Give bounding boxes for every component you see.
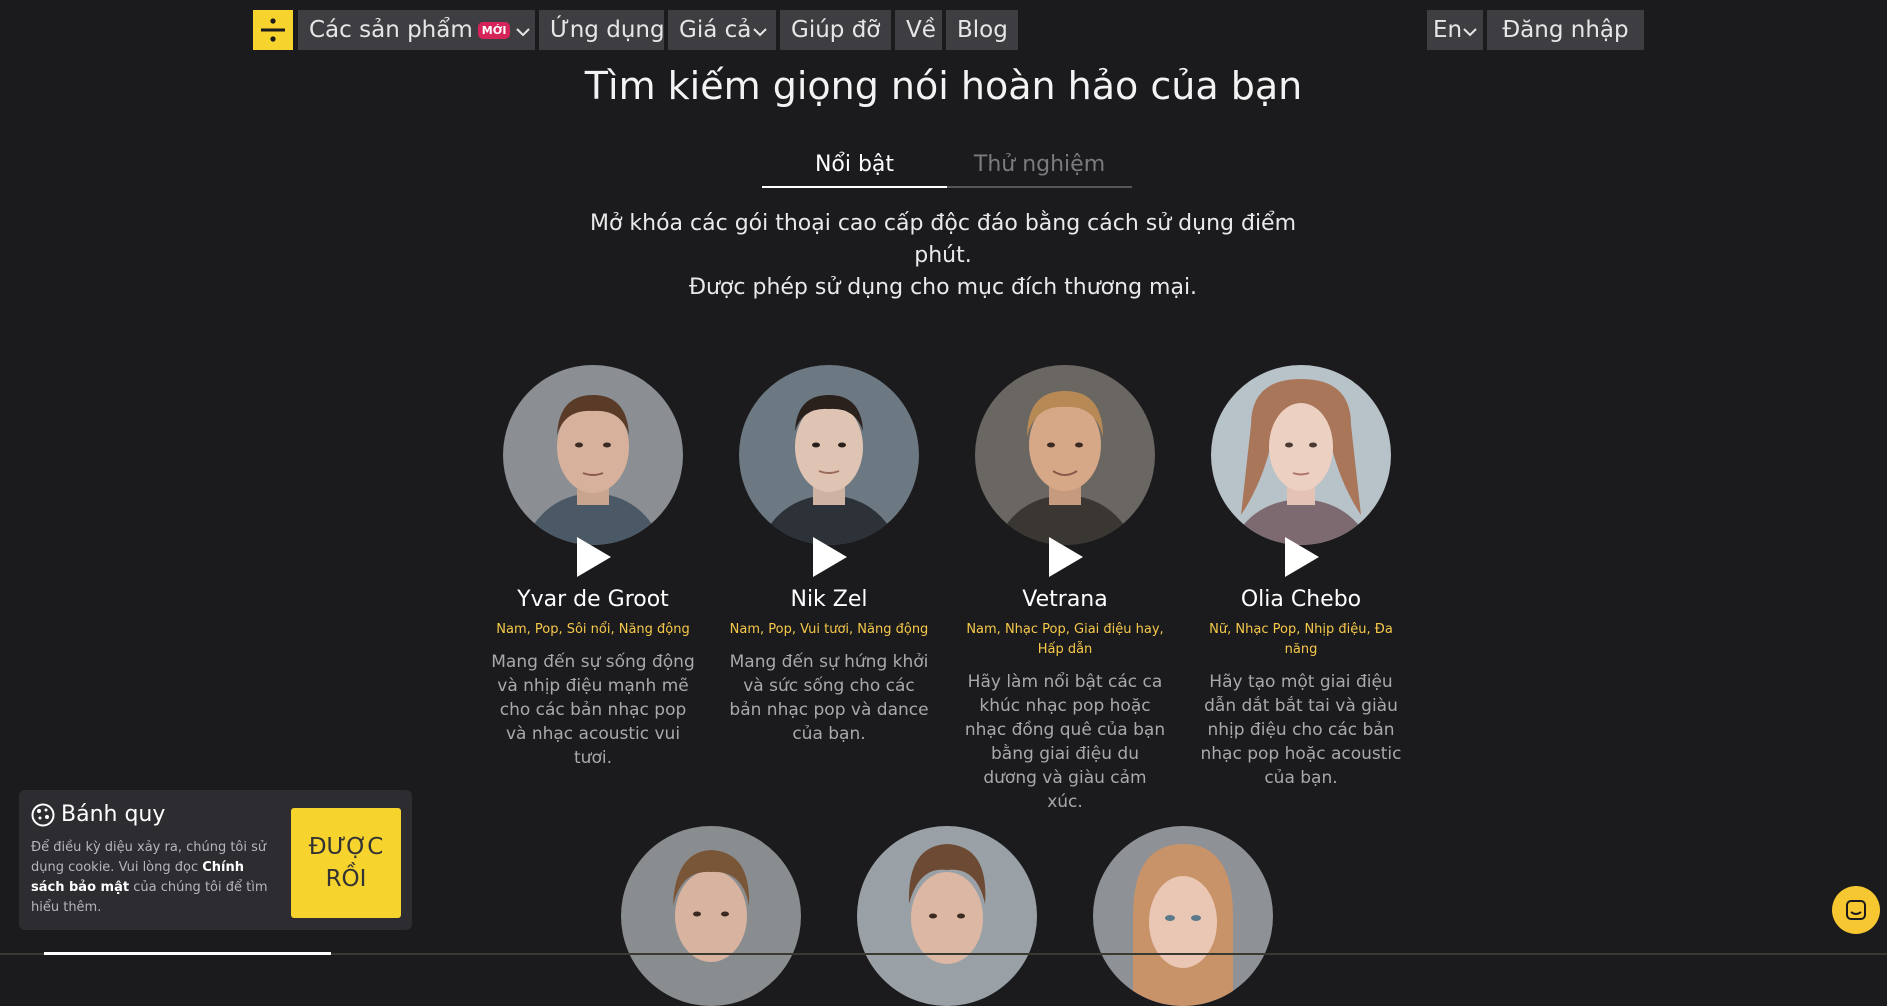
voice-description: Hãy làm nổi bật các ca khúc nhạc pop hoặ…	[964, 672, 1166, 812]
logo-divide-icon[interactable]	[253, 10, 293, 50]
login-button[interactable]: Đăng nhập	[1487, 10, 1644, 50]
play-icon[interactable]	[1281, 535, 1321, 579]
voice-card: Yvar de Groot Nam, Pop, Sôi nổi, Năng độ…	[483, 365, 703, 770]
voice-name: Nik Zel	[790, 587, 868, 612]
nav-blog[interactable]: Blog	[946, 10, 1018, 50]
nav-products-menu[interactable]: Các sản phẩm MỚI	[298, 10, 535, 50]
voice-avatar[interactable]	[975, 365, 1155, 545]
voice-name: Vetrana	[1022, 587, 1108, 612]
cookie-text: Để điều kỳ diệu xảy ra, chúng tôi sử dụn…	[31, 838, 276, 918]
voice-avatar[interactable]	[857, 826, 1037, 1006]
cookie-accept-button[interactable]: ĐƯỢC RỒI	[291, 808, 401, 918]
voice-avatar[interactable]	[621, 826, 801, 1006]
nav-about[interactable]: Về	[895, 10, 942, 50]
voice-tags: Nam, Pop, Vui tươi, Năng động	[729, 622, 929, 637]
nav-pricing-menu[interactable]: Giá cả	[668, 10, 776, 50]
cookie-banner: Bánh quy Để điều kỳ diệu xảy ra, chúng t…	[19, 790, 412, 930]
voice-card: Vetrana Nam, Nhạc Pop, Giai điệu hay, Hấ…	[955, 365, 1175, 814]
voice-name: Olia Chebo	[1240, 587, 1362, 612]
cookie-title-label: Bánh quy	[61, 802, 166, 827]
voice-tags: Nam, Nhạc Pop, Giai điệu hay, Hấp dẫn	[966, 622, 1164, 657]
page-description: Mở khóa các gói thoại cao cấp độc đáo bằ…	[583, 208, 1303, 304]
voice-avatar[interactable]	[1093, 826, 1273, 1006]
chat-button[interactable]	[1832, 886, 1880, 934]
language-selector[interactable]: En	[1427, 10, 1483, 50]
cookie-title: Bánh quy	[31, 802, 165, 827]
top-nav: Các sản phẩm MỚI Ứng dụng Giá cả Giúp đỡ…	[253, 10, 1887, 50]
page-title: Tìm kiếm giọng nói hoàn hảo của bạn	[584, 64, 1303, 108]
nav-products-label: Các sản phẩm	[309, 17, 473, 43]
voice-tags: Nam, Pop, Sôi nổi, Năng động	[496, 622, 690, 637]
chevron-down-icon	[516, 17, 531, 43]
voice-tabs: Nổi bật Thử nghiệm	[762, 152, 1133, 188]
language-label: En	[1433, 17, 1463, 43]
voice-description: Mang đến sự hứng khởi và sức sống cho cá…	[729, 652, 929, 744]
description-line-2: Được phép sử dụng cho mục đích thương mạ…	[688, 275, 1198, 300]
cookie-icon	[31, 803, 55, 827]
chevron-down-icon	[1463, 17, 1477, 43]
nav-apps[interactable]: Ứng dụng	[539, 10, 665, 50]
cookie-accept-label: ĐƯỢC RỒI	[308, 834, 384, 892]
voice-avatar[interactable]	[1211, 365, 1391, 545]
voice-tags: Nữ, Nhạc Pop, Nhịp điệu, Đa năng	[1209, 622, 1393, 657]
tab-featured[interactable]: Nổi bật	[762, 152, 947, 188]
nav-apps-label: Ứng dụng	[550, 17, 665, 43]
nav-help-label: Giúp đỡ	[791, 17, 881, 43]
nav-blog-label: Blog	[957, 17, 1008, 43]
play-icon[interactable]	[573, 535, 613, 579]
voice-card: Nik Zel Nam, Pop, Vui tươi, Năng động Ma…	[719, 365, 939, 746]
voice-avatar[interactable]	[739, 365, 919, 545]
voice-avatar[interactable]	[503, 365, 683, 545]
nav-help[interactable]: Giúp đỡ	[780, 10, 891, 50]
tab-experimental[interactable]: Thử nghiệm	[947, 152, 1132, 188]
voice-description: Mang đến sự sống động và nhịp điệu mạnh …	[491, 652, 695, 768]
play-icon[interactable]	[809, 535, 849, 579]
voice-description: Hãy tạo một giai điệu dẫn dắt bắt tai và…	[1200, 672, 1402, 788]
voice-card: Olia Chebo Nữ, Nhạc Pop, Nhịp điệu, Đa n…	[1191, 365, 1411, 790]
chevron-down-icon	[753, 17, 768, 43]
voice-name: Yvar de Groot	[517, 587, 669, 612]
play-icon[interactable]	[1045, 535, 1085, 579]
description-line-1: Mở khóa các gói thoại cao cấp độc đáo bằ…	[589, 211, 1297, 268]
chat-icon	[1846, 900, 1866, 920]
login-label: Đăng nhập	[1502, 17, 1629, 43]
nav-about-label: Về	[906, 17, 936, 43]
nav-pricing-label: Giá cả	[679, 17, 752, 43]
new-badge: MỚI	[477, 21, 511, 39]
